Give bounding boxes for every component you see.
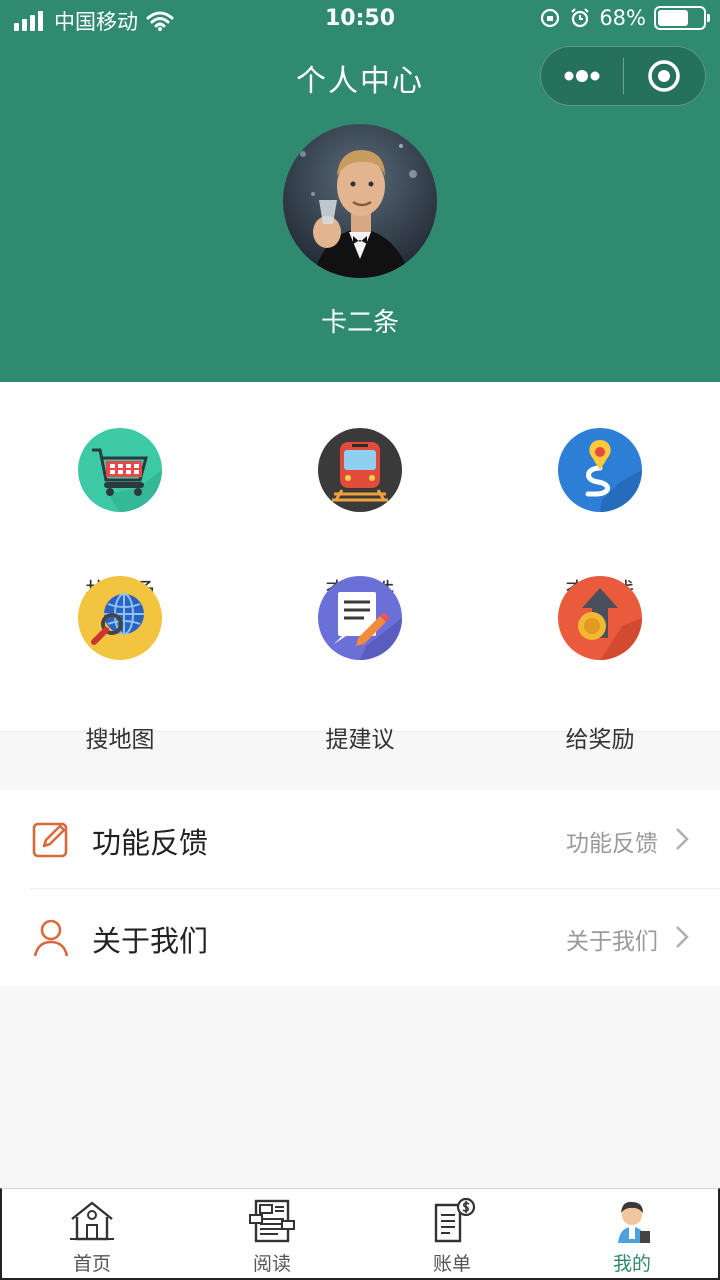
- grid-item-reward[interactable]: 给奖励: [480, 576, 720, 753]
- tab-label: 阅读: [252, 1253, 291, 1275]
- close-mini-program-button[interactable]: [624, 47, 706, 105]
- train-icon: [318, 428, 402, 512]
- battery-icon: [654, 6, 710, 30]
- grid-item-check-subway[interactable]: 查地铁: [240, 428, 480, 605]
- tab-label: 首页: [72, 1253, 111, 1275]
- tab-bill[interactable]: 账单: [362, 1189, 542, 1279]
- coin-arrow-icon: [558, 576, 642, 660]
- profile-header: 中国移动 10:50 68% 个人中心 卡二条: [0, 0, 720, 382]
- newspaper-icon: [249, 1199, 295, 1243]
- more-dots-icon: [564, 70, 600, 82]
- grid-item-suggestion[interactable]: 提建议: [240, 576, 480, 753]
- status-bar: 中国移动 10:50 68%: [0, 0, 720, 40]
- list-item-title: 关于我们: [92, 924, 209, 958]
- user-icon: [33, 919, 69, 957]
- tab-mine[interactable]: 我的: [542, 1189, 720, 1279]
- list-item-title: 功能反馈: [92, 826, 209, 860]
- grid-item-find-mall[interactable]: 找商场: [0, 428, 240, 605]
- list-item-feedback[interactable]: 功能反馈 功能反馈: [0, 790, 720, 889]
- list-item-value: 功能反馈: [566, 831, 658, 857]
- list-item-value: 关于我们: [566, 929, 658, 955]
- battery-percent: 68%: [599, 6, 646, 30]
- mini-program-capsule: [540, 46, 706, 106]
- more-button[interactable]: [541, 47, 623, 105]
- person-icon: [618, 1201, 650, 1243]
- feature-grid: 找商场 查地铁 查路线: [0, 382, 720, 753]
- grid-item-search-map[interactable]: 搜地图: [0, 576, 240, 753]
- tab-label: 我的: [612, 1253, 651, 1275]
- user-name: 卡二条: [320, 308, 399, 338]
- rotation-lock-icon: [541, 8, 560, 28]
- grid-label: 给奖励: [565, 727, 635, 753]
- edit-note-icon: [318, 576, 402, 660]
- chevron-right-icon: [676, 828, 689, 850]
- tab-label: 账单: [432, 1253, 471, 1275]
- globe-search-icon: [78, 576, 162, 660]
- alarm-icon: [571, 8, 590, 28]
- tab-bar: 首页 阅读 账单 我的: [0, 1188, 720, 1280]
- grid-label: 搜地图: [85, 727, 155, 753]
- house-icon: [70, 1201, 114, 1241]
- edit-icon: [32, 822, 68, 858]
- avatar[interactable]: [283, 124, 437, 278]
- grid-item-check-route[interactable]: 查路线: [480, 428, 720, 605]
- chevron-right-icon: [676, 926, 689, 948]
- tab-read[interactable]: 阅读: [182, 1189, 362, 1279]
- shopping-cart-icon: [78, 428, 162, 512]
- grid-label: 提建议: [325, 727, 395, 753]
- settings-list: 功能反馈 功能反馈 关于我们 关于我们: [0, 790, 720, 986]
- record-target-icon: [648, 60, 680, 92]
- tab-home[interactable]: 首页: [2, 1189, 182, 1279]
- bill-icon: [434, 1197, 476, 1243]
- route-pin-icon: [558, 428, 642, 512]
- list-item-about[interactable]: 关于我们 关于我们: [0, 888, 720, 986]
